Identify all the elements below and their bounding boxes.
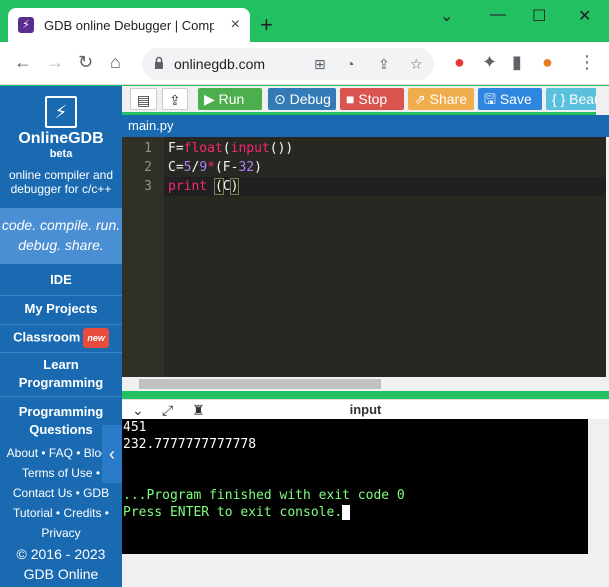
tab-title: GDB online Debugger | Compile [44, 17, 214, 33]
run-button[interactable]: ▶ Run [198, 88, 262, 110]
sidebar-item-classroom[interactable]: Classroom new [0, 328, 122, 348]
gdb-favicon-icon: ⚡ [18, 17, 34, 33]
motto: code. compile. run. debug. share. [0, 208, 122, 264]
line-number: 3 [144, 179, 152, 194]
browser-tab[interactable]: ⚡ GDB online Debugger | Compile × [8, 8, 250, 42]
divider [0, 324, 122, 325]
console-cursor [342, 505, 351, 520]
reload-icon[interactable]: ↻ [78, 52, 93, 72]
bookmark-star-icon[interactable]: ☆ [410, 56, 423, 73]
divider [0, 295, 122, 296]
performance-icon[interactable]: ◔ [346, 56, 354, 72]
console-line: ...Program finished with exit code 0 [123, 488, 405, 503]
code-line-3: print (C) [168, 178, 240, 195]
play-icon: ▶ [204, 91, 219, 107]
back-arrow-icon[interactable]: ← [14, 52, 32, 72]
divider [0, 352, 122, 353]
sidebar-item-label: Classroom [13, 329, 81, 345]
console-line: 232.7777777777778 [123, 437, 257, 452]
sidebar-item-ide[interactable]: IDE [0, 271, 122, 289]
stop-button[interactable]: ■ Stop [340, 88, 404, 110]
copyright: © 2016 - 2023 [16, 546, 106, 562]
new-file-icon[interactable]: ▤ [130, 88, 158, 110]
company-name: GDB Online [23, 566, 99, 582]
footer-links-row-4[interactable]: Tutorial • Credits • [0, 505, 122, 521]
sidebar: ⚡ OnlineGDB beta online compiler and deb… [0, 86, 122, 587]
line-number-gutter: 1 2 3 [122, 137, 164, 377]
minimize-button[interactable]: — [490, 6, 506, 24]
debug-icon: ⊙ [274, 91, 290, 107]
console-line: 451 [123, 420, 147, 435]
tagline: online compiler and debugger for c/c++ [8, 168, 114, 196]
extensions-puzzle-icon[interactable]: ✦ [482, 52, 497, 72]
console-output[interactable]: 451 232.7777777777778 ...Program finishe… [122, 419, 588, 554]
tab-search-icon[interactable]: ⌄ [440, 6, 453, 26]
console-label: input [349, 402, 382, 417]
new-tab-button[interactable]: + [260, 14, 273, 36]
side-panel-icon[interactable]: ▮ [512, 52, 522, 72]
maximize-button[interactable]: ☐ [532, 6, 546, 26]
share-button[interactable]: ⇗ Share [408, 88, 474, 110]
upload-icon[interactable]: ⇪ [162, 88, 188, 110]
line-number: 1 [144, 141, 152, 156]
save-button[interactable]: 🖫 Save [478, 88, 542, 110]
sidebar-item-my-projects[interactable]: My Projects [0, 300, 122, 318]
share-icon: ⇗ [414, 91, 430, 107]
close-window-button[interactable]: ✕ [578, 6, 591, 26]
file-tab-main-py[interactable]: main.py [122, 115, 208, 137]
tab-strip: ⚡ GDB online Debugger | Compile × + ⌄ — … [0, 0, 609, 42]
footer-link-privacy[interactable]: Privacy [0, 525, 122, 541]
code-line-2: C=5/9*(F-32) [168, 160, 262, 175]
save-icon: 🖫 [484, 91, 500, 107]
url-text: onlinegdb.com [174, 56, 266, 72]
line-number: 2 [144, 160, 152, 175]
lock-icon [155, 56, 163, 69]
browser-window: ⚡ GDB online Debugger | Compile × + ⌄ — … [0, 0, 609, 587]
code-line-1: F=float(input()) [168, 141, 294, 156]
brand-name: OnlineGDB [18, 130, 104, 147]
scrollbar-thumb[interactable] [139, 379, 381, 389]
browser-menu-icon[interactable]: ⋮ [578, 52, 596, 72]
debug-button[interactable]: ⊙ Debug [268, 88, 336, 110]
console-scrollbar[interactable] [588, 419, 609, 587]
code-editor[interactable]: 1 2 3 F=float(input()) C=5/9*(F-32) prin… [122, 137, 606, 377]
editor-toolbar: ▤ ⇪ ▶ Run ⊙ Debug ■ Stop ⇗ Share 🖫 Save … [122, 86, 609, 112]
collapse-sidebar-button[interactable]: ‹ [102, 425, 122, 483]
profile-avatar[interactable]: ● [542, 52, 553, 72]
divider [0, 396, 122, 397]
share-page-icon[interactable]: ⇪ [378, 56, 390, 73]
stop-icon: ■ [346, 91, 359, 107]
address-bar-row: ← → ↻ ⌂ onlinegdb.com ⊞ ◔ ⇪ ☆ ● ✦ ▮ ● ⋮ [0, 42, 609, 85]
home-icon[interactable]: ⌂ [110, 52, 121, 72]
tab-close-icon[interactable]: × [231, 16, 240, 34]
brand-beta: beta [49, 148, 73, 160]
console-footer [122, 554, 588, 587]
new-badge: new [83, 328, 109, 348]
sidebar-item-learn-programming[interactable]: Learn Programming [0, 356, 122, 392]
translate-icon[interactable]: ⊞ [314, 56, 326, 73]
onlinegdb-logo-icon: ⚡ [45, 96, 77, 128]
console-line: Press ENTER to exit console. [123, 504, 351, 521]
footer-links-row-3[interactable]: Contact Us • GDB [0, 485, 122, 501]
file-tab-bar: main.py [122, 115, 609, 137]
console-header: ⌄ ⤢ ♜ input [122, 399, 609, 419]
omnibox[interactable]: onlinegdb.com ⊞ ◔ ⇪ ☆ [142, 48, 434, 80]
extension-record-icon[interactable]: ● [454, 52, 465, 72]
forward-arrow-icon[interactable]: → [46, 52, 64, 72]
editor-horizontal-scrollbar[interactable] [122, 377, 606, 391]
